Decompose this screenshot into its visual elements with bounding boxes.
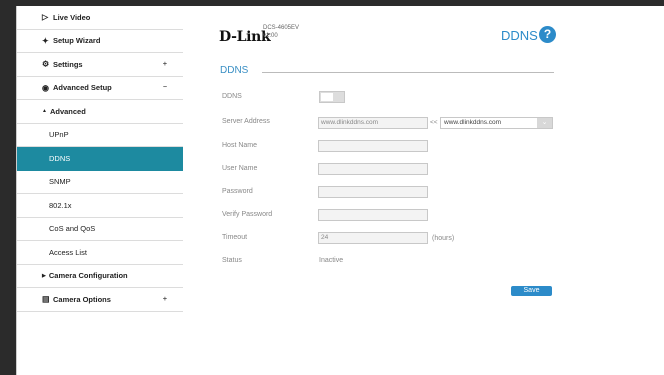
- sidebar-item-settings[interactable]: ⚙ Settings +: [17, 53, 183, 77]
- ddns-toggle[interactable]: [319, 91, 345, 103]
- sidebar-item-live-video[interactable]: ▷ Live Video: [17, 6, 183, 30]
- caret-up-icon: ▲: [42, 108, 47, 115]
- timeout-unit: (hours): [432, 235, 455, 242]
- status-value: Inactive: [319, 257, 344, 264]
- sidebar-item-label: UPnP: [49, 130, 69, 140]
- toggle-knob: [321, 93, 333, 101]
- sidebar-item-upnp[interactable]: UPnP: [17, 124, 183, 147]
- advanced-icon: ◉: [42, 83, 49, 93]
- sidebar-item-label: SNMP: [49, 177, 71, 187]
- expand-icon: +: [162, 295, 167, 303]
- sidebar-item-label: 802.1x: [49, 200, 72, 210]
- expand-icon: +: [162, 60, 167, 68]
- page-title: DDNS: [501, 28, 538, 43]
- user-name-input[interactable]: [318, 163, 428, 175]
- sidebar-item-label: CoS and QoS: [49, 224, 96, 234]
- timeout-input[interactable]: 24: [318, 232, 428, 244]
- verify-password-input[interactable]: [318, 209, 428, 221]
- gear-icon: ⚙: [42, 59, 50, 69]
- status-label: Status: [222, 257, 242, 264]
- file-icon: ▤: [42, 294, 50, 304]
- firmware-version: v1.00: [263, 33, 278, 39]
- host-name-label: Host Name: [222, 142, 258, 149]
- user-name-label: User Name: [222, 165, 258, 172]
- password-input[interactable]: [318, 186, 428, 198]
- sidebar-item-label: Camera Configuration: [48, 271, 128, 281]
- sidebar-item-advanced-setup[interactable]: ◉ Advanced Setup −: [17, 77, 183, 100]
- sidebar-item-label: DDNS: [49, 153, 71, 163]
- sidebar-item-label: Live Video: [53, 12, 91, 22]
- sidebar-item-label: Setup Wizard: [53, 36, 101, 46]
- app-window: ▷ Live Video ✦ Setup Wizard ⚙ Settings +…: [16, 6, 664, 375]
- chevron-down-icon: ⌄: [537, 118, 552, 128]
- ddns-label: DDNS: [222, 93, 242, 100]
- server-address-label: Server Address: [222, 118, 270, 125]
- sidebar-item-cos-qos[interactable]: CoS and QoS: [17, 218, 183, 241]
- help-icon[interactable]: ?: [539, 26, 556, 43]
- sidebar-item-label: Settings: [53, 59, 83, 69]
- sidebar-item-label: Advanced Setup: [53, 83, 112, 93]
- sidebar-item-label: Advanced: [49, 106, 86, 116]
- sidebar-item-setup-wizard[interactable]: ✦ Setup Wizard: [17, 30, 183, 53]
- sidebar-item-label: Camera Options: [53, 294, 111, 304]
- model-name: DCS-4605EV: [263, 25, 300, 31]
- section-divider: [262, 72, 554, 73]
- video-icon: ▷: [42, 12, 49, 22]
- server-address-input[interactable]: www.dlinkddns.com: [318, 117, 428, 129]
- save-button[interactable]: Save: [511, 286, 552, 296]
- sidebar-item-access-list[interactable]: Access List: [17, 241, 183, 265]
- timeout-label: Timeout: [222, 234, 248, 241]
- server-select[interactable]: www.dlinkddns.com ⌄: [440, 117, 553, 129]
- collapse-icon: −: [162, 84, 167, 92]
- host-name-input[interactable]: [318, 140, 428, 152]
- password-label: Password: [222, 188, 253, 195]
- sidebar-item-label: Access List: [49, 247, 87, 257]
- sidebar-item-camera-options[interactable]: ▤ Camera Options +: [17, 288, 183, 312]
- sidebar: ▷ Live Video ✦ Setup Wizard ⚙ Settings +…: [17, 6, 183, 312]
- sidebar-item-ddns[interactable]: DDNS: [17, 147, 183, 171]
- model-info: DCS-4605EV v1.00: [263, 24, 299, 40]
- verify-password-label: Verify Password: [222, 211, 273, 218]
- sidebar-item-snmp[interactable]: SNMP: [17, 171, 183, 194]
- sidebar-item-camera-configuration[interactable]: ▶ Camera Configuration: [17, 265, 183, 288]
- server-arrows: <<: [430, 119, 438, 126]
- sidebar-item-advanced[interactable]: ▲ Advanced: [17, 100, 183, 124]
- sidebar-item-8021x[interactable]: 802.1x: [17, 194, 183, 218]
- wand-icon: ✦: [42, 36, 49, 46]
- server-select-value: www.dlinkddns.com: [444, 119, 502, 126]
- caret-right-icon: ▶: [42, 272, 46, 279]
- section-title: DDNS: [220, 65, 249, 76]
